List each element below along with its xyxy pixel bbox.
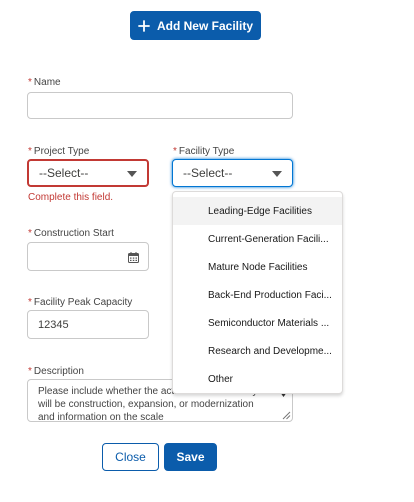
project-type-label: * Project Type: [28, 146, 90, 157]
project-type-value: --Select--: [39, 166, 89, 180]
close-button-label: Close: [115, 450, 146, 464]
facility-type-value: --Select--: [183, 166, 233, 180]
facility-type-option[interactable]: Mature Node Facilities: [173, 253, 342, 281]
facility-type-option[interactable]: Leading-Edge Facilities: [173, 197, 342, 225]
plus-icon: [138, 19, 150, 32]
required-marker: *: [28, 366, 32, 377]
name-input[interactable]: [27, 92, 293, 119]
close-button[interactable]: Close: [102, 443, 159, 471]
name-label: * Name: [28, 77, 61, 88]
facility-type-label: * Facility Type: [173, 146, 235, 157]
save-button[interactable]: Save: [164, 443, 217, 471]
facility-type-select[interactable]: --Select--: [172, 159, 293, 187]
required-marker: *: [28, 77, 32, 88]
facility-type-dropdown: Leading-Edge Facilities Current-Generati…: [172, 191, 343, 394]
description-label: * Description: [28, 366, 84, 377]
facility-peak-capacity-input[interactable]: 12345: [27, 310, 149, 339]
required-marker: *: [28, 297, 32, 308]
chevron-down-icon: [272, 171, 282, 177]
chevron-down-icon: [127, 171, 137, 177]
save-button-label: Save: [176, 450, 205, 464]
construction-start-input[interactable]: [27, 242, 149, 271]
facility-type-option[interactable]: Back-End Production Faci...: [173, 281, 342, 309]
project-type-select[interactable]: --Select--: [27, 159, 149, 187]
add-new-facility-button[interactable]: Add New Facility: [130, 11, 261, 40]
facility-type-option[interactable]: Research and Developme...: [173, 337, 342, 365]
add-new-facility-label: Add New Facility: [156, 18, 254, 33]
facility-type-option[interactable]: Semiconductor Materials ...: [173, 309, 342, 337]
facility-peak-capacity-value: 12345: [38, 318, 69, 331]
project-type-error: Complete this field.: [28, 192, 114, 203]
facility-type-option[interactable]: Current-Generation Facili...: [173, 225, 342, 253]
required-marker: *: [28, 228, 32, 239]
calendar-icon[interactable]: [128, 252, 139, 263]
required-marker: *: [173, 146, 177, 157]
required-marker: *: [28, 146, 32, 157]
facility-peak-capacity-label: * Facility Peak Capacity: [28, 297, 133, 308]
facility-type-option[interactable]: Other: [173, 365, 342, 393]
construction-start-label: * Construction Start: [28, 228, 114, 239]
resize-grip-icon[interactable]: [282, 411, 291, 420]
